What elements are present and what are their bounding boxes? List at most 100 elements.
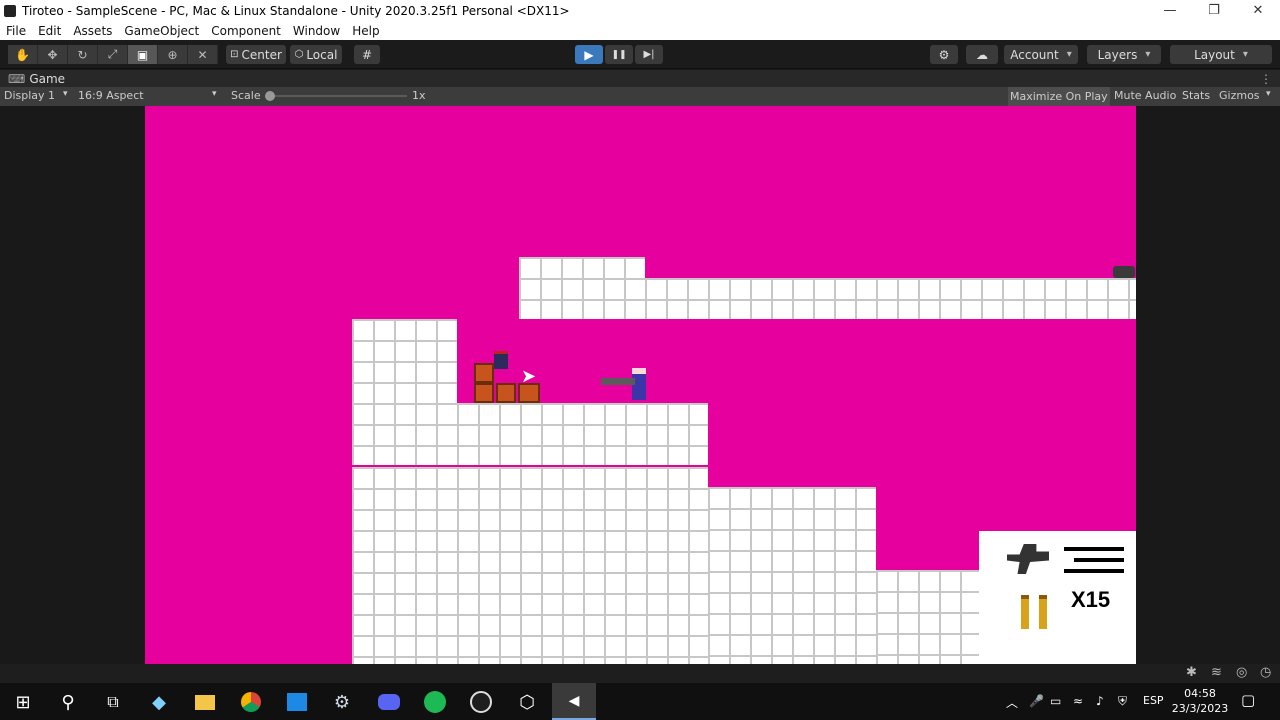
player-gun-sprite — [601, 378, 635, 385]
minimize-button[interactable]: — — [1148, 0, 1192, 21]
aspect-chevron-icon: ▾ — [212, 89, 217, 99]
notes-icon[interactable]: ◆ — [146, 689, 172, 715]
game-canvas[interactable]: ➤ X15 — [145, 106, 1136, 664]
discord-icon[interactable] — [376, 689, 402, 715]
layers-dropdown[interactable]: Layers — [1087, 45, 1161, 64]
weapon-hud: X15 — [979, 531, 1136, 664]
account-dropdown[interactable]: Account — [1004, 45, 1078, 64]
lighting-icon[interactable]: ◎ — [1236, 665, 1247, 680]
game-tab-bar: ⌨ Game ⋮ — [0, 70, 1280, 87]
platform-top-step — [519, 257, 645, 278]
bug-icon[interactable]: ✱ — [1186, 665, 1197, 680]
menu-component[interactable]: Component — [205, 24, 287, 38]
task-view-icon[interactable]: ⧉ — [100, 689, 126, 715]
weapon-pickup-sprite[interactable] — [1113, 266, 1135, 278]
display-dropdown[interactable]: Display 1 — [4, 89, 55, 102]
spotify-icon[interactable] — [422, 689, 448, 715]
menu-window[interactable]: Window — [287, 24, 346, 38]
menu-gameobject[interactable]: GameObject — [118, 24, 205, 38]
grid-snap-button[interactable]: # — [354, 45, 380, 64]
platform-lower-right — [876, 570, 980, 664]
collab-icon: ⚙ — [938, 47, 950, 62]
steam-icon[interactable]: ⚙ — [329, 689, 355, 715]
scale-value: 1x — [412, 89, 426, 102]
obs-icon[interactable] — [468, 689, 494, 715]
platform-upper — [519, 278, 1136, 319]
mouse-cursor-icon: ➤ — [521, 366, 537, 387]
layers-stack-icon[interactable]: ≋ — [1211, 665, 1222, 680]
clock[interactable]: 04:58 23/3/2023 — [1168, 686, 1232, 716]
window-title: Tiroteo - SampleScene - PC, Mac & Linux … — [22, 3, 570, 18]
menu-edit[interactable]: Edit — [32, 24, 67, 38]
close-button[interactable]: ✕ — [1236, 0, 1280, 21]
rect-tool-icon[interactable]: ▣ — [128, 45, 158, 64]
layout-dropdown[interactable]: Layout — [1170, 45, 1272, 64]
pause-button[interactable]: ❚❚ — [605, 45, 633, 64]
collab-button[interactable]: ⚙ — [930, 45, 958, 64]
cloud-button[interactable]: ☁ — [966, 45, 998, 64]
maximize-on-play-toggle[interactable]: Maximize On Play — [1008, 87, 1110, 106]
cube-icon: ⬡ — [294, 49, 304, 60]
custom-tool-icon[interactable]: ✕ — [188, 45, 218, 64]
tab-menu-icon[interactable]: ⋮ — [1260, 72, 1272, 86]
tab-game[interactable]: Game — [29, 72, 65, 86]
bullet-icon — [1021, 595, 1029, 629]
account-label: Account — [1010, 47, 1059, 62]
menu-file[interactable]: File — [0, 24, 32, 38]
tray-expand-icon[interactable]: ︿ — [1006, 694, 1018, 711]
space-local-toggle[interactable]: ⬡ Local — [290, 45, 342, 64]
aspect-dropdown[interactable]: 16:9 Aspect — [78, 89, 144, 102]
menu-help[interactable]: Help — [346, 24, 385, 38]
move-tool-icon[interactable]: ✥ — [38, 45, 68, 64]
crate — [474, 383, 494, 403]
windows-taskbar: ⊞ ⚲ ⧉ ◆ ⚙ ⬡ ◀ ︿ 🎤 ▭ ≈ ♪ ⛨ ESP 04:58 23/3… — [0, 683, 1280, 720]
ammo-count: X15 — [1071, 587, 1111, 612]
step-button[interactable]: ▶| — [635, 45, 663, 64]
play-button[interactable]: ▶ — [575, 45, 603, 64]
game-viewport[interactable]: ➤ X15 — [0, 106, 1280, 664]
restore-button[interactable]: ❐ — [1192, 0, 1236, 21]
store-icon[interactable] — [284, 689, 310, 715]
pivot-center-toggle[interactable]: ⊡ Center — [226, 45, 286, 64]
space-label: Local — [306, 47, 338, 62]
progress-icon[interactable]: ◷ — [1260, 665, 1271, 680]
crate — [474, 363, 494, 383]
layers-label: Layers — [1097, 47, 1138, 62]
center-icon: ⊡ — [230, 49, 239, 60]
scale-tool-icon[interactable]: ⤢ — [98, 45, 128, 64]
chrome-icon[interactable] — [238, 689, 264, 715]
game-view-controls: Display 1 ▾ 16:9 Aspect ▾ Scale 1x Maxim… — [0, 87, 1280, 106]
search-icon[interactable]: ⚲ — [55, 689, 81, 715]
gizmos-toggle[interactable]: Gizmos — [1219, 89, 1260, 102]
language-indicator[interactable]: ESP — [1143, 694, 1164, 707]
unity-editor-taskbar-item[interactable]: ◀ — [552, 683, 596, 720]
main-toolbar: ✋ ✥ ↻ ⤢ ▣ ⊕ ✕ ⊡ Center ⬡ Local # ▶ ❚❚ ▶| ⚙… — [0, 40, 1280, 69]
hand-tool-icon[interactable]: ✋ — [8, 45, 38, 64]
platform-lower-mid — [708, 487, 876, 664]
bullet-icon — [1039, 595, 1047, 629]
scale-slider-track[interactable] — [267, 95, 407, 97]
stats-toggle[interactable]: Stats — [1182, 89, 1210, 102]
pivot-label: Center — [241, 47, 282, 62]
step-icon: ▶| — [643, 49, 655, 60]
menu-assets[interactable]: Assets — [67, 24, 118, 38]
display-chevron-icon: ▾ — [63, 89, 68, 99]
microphone-icon[interactable]: 🎤 — [1029, 694, 1044, 708]
unity-hub-icon[interactable]: ⬡ — [514, 689, 540, 715]
rotate-tool-icon[interactable]: ↻ — [68, 45, 98, 64]
play-icon: ▶ — [584, 47, 594, 62]
windows-start-icon[interactable]: ⊞ — [10, 689, 36, 715]
menu-bar: File Edit Assets GameObject Component Wi… — [0, 21, 1280, 40]
wifi-icon[interactable]: ≈ — [1073, 694, 1083, 708]
battery-icon[interactable]: ▭ — [1050, 694, 1061, 708]
enemy-sprite — [494, 351, 508, 369]
scale-slider-handle[interactable] — [265, 91, 275, 101]
mute-audio-toggle[interactable]: Mute Audio — [1114, 89, 1176, 102]
unity-editor-icon: ◀ — [568, 693, 580, 709]
security-shield-icon[interactable]: ⛨ — [1118, 694, 1127, 709]
notifications-icon[interactable]: ▢ — [1241, 691, 1255, 709]
transform-tool-icon[interactable]: ⊕ — [158, 45, 188, 64]
file-explorer-icon[interactable] — [192, 689, 218, 715]
pause-icon: ❚❚ — [611, 49, 627, 60]
volume-icon[interactable]: ♪ — [1096, 694, 1104, 708]
